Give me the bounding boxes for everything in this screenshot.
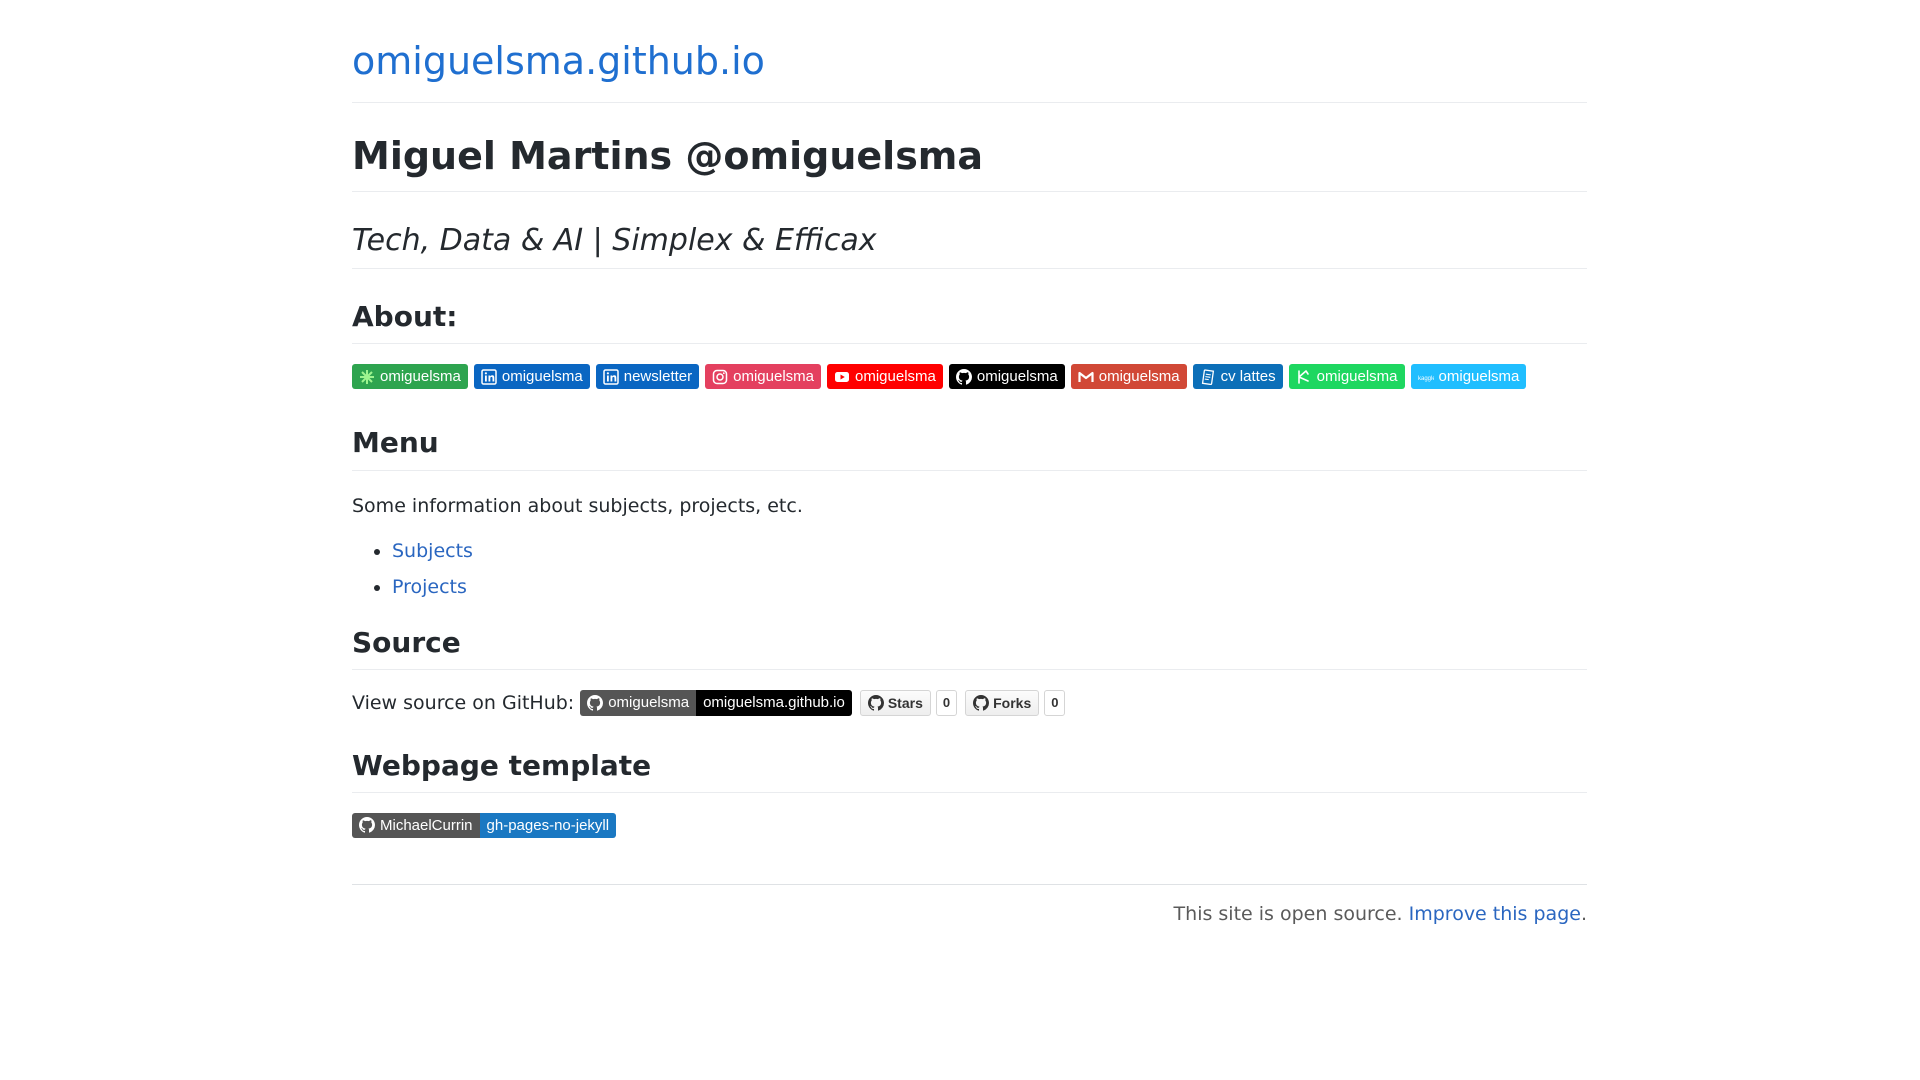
site-title-link[interactable]: omiguelsma.github.io: [352, 39, 765, 83]
badge-label: omiguelsma: [976, 368, 1058, 386]
gmail-icon: [1078, 371, 1094, 382]
forks-button[interactable]: Forks: [965, 689, 1040, 716]
youtube-icon: [835, 371, 849, 382]
linkedin-icon: [603, 369, 619, 385]
template-badge[interactable]: MichaelCurrin gh-pages-no-jekyll: [352, 812, 617, 838]
svg-text:kaggle: kaggle: [1418, 376, 1434, 382]
github-icon: [587, 694, 604, 711]
menu-list: Subjects Projects: [352, 533, 1587, 605]
repo-badge-owner-label: omiguelsma: [608, 694, 690, 712]
forks-label: Forks: [993, 694, 1032, 711]
kaggle-icon: kaggle: [1418, 376, 1434, 382]
template-badge-owner: MichaelCurrin: [352, 812, 480, 838]
site-header: omiguelsma.github.io: [352, 0, 1587, 103]
stars-count[interactable]: 0: [935, 689, 958, 716]
github-icon: [867, 694, 884, 711]
forks-widget: Forks 0: [965, 689, 1066, 716]
projects-link[interactable]: Projects: [392, 576, 467, 598]
source-line: View source on GitHub: omiguelsma omigue…: [352, 689, 1587, 716]
list-item: Subjects: [392, 533, 1587, 569]
template-badge-repo: gh-pages-no-jekyll: [479, 812, 617, 838]
about-heading: About:: [352, 269, 1587, 345]
badge-gmail[interactable]: omiguelsma: [1070, 364, 1187, 390]
page-title: Miguel Martins @omiguelsma: [352, 103, 1587, 192]
sparkle-icon: [360, 369, 374, 384]
improve-page-link[interactable]: Improve this page: [1409, 903, 1581, 925]
stars-widget: Stars 0: [859, 689, 958, 716]
template-badge-owner-label: MichaelCurrin: [380, 816, 473, 834]
repo-badge[interactable]: omiguelsma omiguelsma.github.io: [580, 689, 852, 716]
badge-label: cv lattes: [1220, 368, 1276, 386]
badge-kick[interactable]: omiguelsma: [1288, 364, 1405, 390]
badge-label: omiguelsma: [1438, 368, 1520, 386]
badge-label: omiguelsma: [380, 368, 461, 386]
github-icon: [973, 694, 990, 711]
badge-github[interactable]: omiguelsma: [948, 364, 1065, 390]
menu-description: Some information about subjects, project…: [352, 494, 803, 517]
subjects-link[interactable]: Subjects: [392, 540, 473, 562]
badge-instagram[interactable]: omiguelsma: [705, 364, 821, 390]
repo-badge-owner: omiguelsma: [580, 689, 697, 716]
template-badge-row: MichaelCurrin gh-pages-no-jekyll: [352, 812, 1587, 838]
page-container: omiguelsma.github.io Miguel Martins @omi…: [352, 0, 1587, 925]
github-icon: [359, 817, 375, 834]
footer-suffix: .: [1580, 902, 1587, 925]
repo-badge-repo: omiguelsma.github.io: [696, 689, 852, 716]
source-label: View source on GitHub:: [352, 691, 575, 714]
badge-linkedin[interactable]: omiguelsma: [473, 364, 590, 390]
badge-label: omiguelsma: [733, 368, 814, 386]
badge-label: omiguelsma: [855, 368, 936, 386]
about-badges: omiguelsma omiguelsma newsletter omiguel…: [352, 364, 1587, 390]
template-heading: Webpage template: [352, 716, 1587, 793]
badge-kaggle[interactable]: kaggle omiguelsma: [1410, 364, 1527, 390]
badge-label: newsletter: [623, 368, 693, 386]
stars-label: Stars: [887, 694, 923, 711]
kick-icon: [1297, 370, 1309, 384]
source-heading: Source: [352, 605, 1587, 670]
tagline: Tech, Data & AI | Simplex & Efficax: [352, 192, 1587, 270]
footer-text: This site is open source.: [1173, 902, 1403, 925]
github-icon: [955, 368, 972, 385]
badge-cv-lattes[interactable]: cv lattes: [1192, 364, 1283, 390]
page-footer: This site is open source. Improve this p…: [352, 883, 1587, 925]
badge-sparkle[interactable]: omiguelsma: [352, 364, 468, 390]
badge-newsletter[interactable]: newsletter: [595, 364, 700, 390]
badge-label: omiguelsma: [1316, 368, 1398, 386]
forks-count[interactable]: 0: [1044, 689, 1066, 716]
document-icon: [1201, 369, 1214, 385]
badge-label: omiguelsma: [501, 368, 583, 386]
linkedin-icon: [481, 369, 497, 385]
instagram-icon: [712, 369, 728, 385]
stars-button[interactable]: Stars: [859, 689, 931, 716]
menu-heading: Menu: [352, 389, 1587, 471]
list-item: Projects: [392, 569, 1587, 605]
badge-label: omiguelsma: [1098, 368, 1180, 386]
badge-youtube[interactable]: omiguelsma: [827, 364, 943, 390]
